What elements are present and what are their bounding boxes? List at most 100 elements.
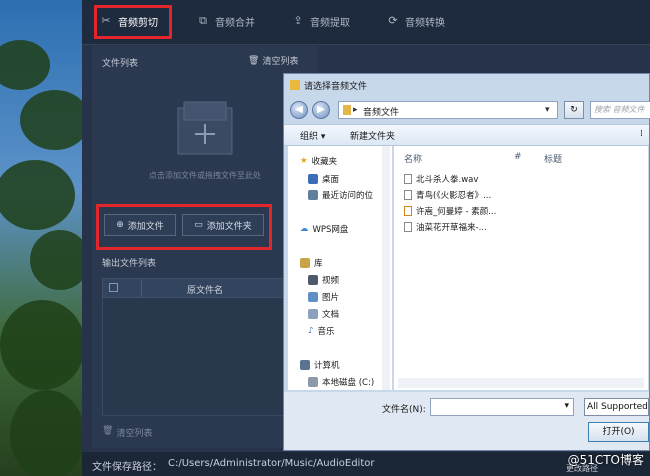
nav-music[interactable]: ♪ 音乐 (308, 324, 334, 338)
upload-icon: ⇪ (293, 14, 303, 27)
nav-label: 桌面 (322, 175, 340, 185)
trash-icon: 🗑 (102, 426, 114, 436)
highlight-box-tab (94, 5, 172, 39)
address-text: 音频文件 (363, 108, 400, 118)
audio-file-icon (404, 174, 412, 184)
nav-favorites[interactable]: ★ 收藏夹 (300, 154, 337, 168)
address-bar: ◀ ▶ ▸ 音频文件 ▾ ↻ 搜索 音频文件 (290, 100, 650, 120)
output-grid-body (102, 298, 298, 416)
file-type-select[interactable]: All Supported (584, 398, 649, 416)
nav-label: 音乐 (317, 327, 335, 337)
merge-icon: ⧉ (199, 14, 207, 27)
audio-file-icon (404, 222, 412, 232)
chevron-down-icon[interactable]: ▾ (564, 401, 569, 411)
nav-label: 收藏夹 (311, 157, 338, 167)
tab-bar: ✂ 音频剪切 ⧉ 音频合并 ⇪ 音频提取 ⟳ 音频转换 (82, 0, 650, 45)
column-title[interactable]: 标题 (544, 152, 562, 165)
tab-label: 音频合并 (215, 17, 255, 29)
nav-label: 图片 (322, 293, 340, 303)
tab-label: 音频提取 (310, 17, 350, 29)
nav-wps-drive[interactable]: ☁ WPS网盘 (300, 222, 348, 236)
status-bar: 文件保存路径： C:/Users/Administrator/Music/Aud… (82, 452, 650, 476)
clear-list-label: 清空列表 (262, 57, 299, 67)
chevron-down-icon[interactable]: ▾ (545, 105, 550, 115)
save-path-label: 文件保存路径： (92, 462, 162, 473)
filename-input[interactable]: ▾ (430, 398, 574, 416)
tab-label: 音频转换 (405, 17, 445, 29)
file-list-title: 文件列表 (102, 59, 139, 69)
nav-recent[interactable]: 最近访问的位 (308, 188, 373, 202)
nav-video[interactable]: 视频 (308, 273, 339, 287)
nav-documents[interactable]: 文档 (308, 307, 339, 321)
tab-audio-convert[interactable]: ⟳ 音频转换 (387, 8, 445, 34)
dialog-toolbar: 组织 ▾ 新建文件夹 ⁞ (284, 124, 649, 146)
select-all-checkbox[interactable] (109, 283, 118, 292)
pictures-icon (308, 292, 318, 302)
desktop-icon (308, 174, 318, 184)
documents-icon (308, 309, 318, 319)
file-list-pane: 名称 # 标题 北斗杀人拳.wav 青鸟(《火影忍者》... 许嵩_何曼婷 - … (394, 146, 648, 390)
star-icon: ★ (300, 156, 308, 166)
folder-icon (343, 105, 351, 115)
breadcrumb-separator: ▸ (353, 105, 358, 115)
clear-list-button[interactable]: 🗑 清空列表 (248, 54, 299, 68)
nav-label: 视频 (322, 276, 340, 286)
nav-local-disk[interactable]: 本地磁盘 (C:) (308, 375, 374, 389)
clear-output-label: 清空列表 (116, 429, 153, 439)
back-button[interactable]: ◀ (290, 101, 308, 119)
nav-scrollbar[interactable] (382, 146, 390, 390)
column-number[interactable]: # (514, 152, 522, 162)
output-list-title: 输出文件列表 (102, 259, 157, 269)
highlight-box-add-buttons (96, 204, 272, 250)
nav-label: 文档 (322, 310, 340, 320)
new-folder-button[interactable]: 新建文件夹 (350, 129, 395, 142)
navigation-pane: ★ 收藏夹 桌面 最近访问的位 ☁ WPS网盘 库 视频 图片 文档 ♪ 音乐 计算机… (288, 146, 393, 390)
nav-computer[interactable]: 计算机 (300, 358, 340, 372)
save-path-value: C:/Users/Administrator/Music/AudioEditor (168, 458, 375, 469)
file-item[interactable]: 北斗杀人拳.wav (404, 172, 478, 186)
nav-label: 库 (314, 259, 323, 269)
app-icon (290, 80, 300, 90)
nav-pictures[interactable]: 图片 (308, 290, 339, 304)
column-divider (141, 279, 142, 297)
clear-output-button[interactable]: 🗑 清空列表 (102, 426, 152, 439)
media-file-icon (404, 206, 412, 216)
horizontal-scrollbar[interactable] (398, 378, 644, 388)
disk-icon (308, 377, 318, 387)
nav-label: 本地磁盘 (C:) (322, 378, 375, 388)
file-open-dialog: 请选择音频文件 ◀ ▶ ▸ 音频文件 ▾ ↻ 搜索 音频文件 组织 ▾ 新建文件… (283, 73, 650, 451)
watermark: @51CTO博客 (567, 453, 644, 467)
refresh-button[interactable]: ↻ (564, 101, 584, 119)
library-icon (300, 258, 310, 268)
column-name[interactable]: 名称 (404, 152, 422, 165)
organize-menu[interactable]: 组织 ▾ (300, 129, 325, 142)
file-item[interactable]: 许嵩_何曼婷 - 素颜... (404, 204, 496, 218)
cloud-icon: ☁ (300, 224, 309, 234)
address-box[interactable]: ▸ 音频文件 ▾ (338, 101, 558, 119)
file-item[interactable]: 油菜花开草福来-... (404, 220, 487, 234)
dialog-title: 请选择音频文件 (304, 82, 368, 92)
nav-desktop[interactable]: 桌面 (308, 172, 339, 186)
forward-button[interactable]: ▶ (312, 101, 330, 119)
dialog-bottom-bar: 文件名(N): ▾ All Supported 打开(O) (284, 392, 649, 450)
search-input[interactable]: 搜索 音频文件 (590, 101, 650, 119)
music-icon: ♪ (308, 326, 314, 336)
output-grid-header: 原文件名 (102, 278, 298, 298)
dialog-title-bar: 请选择音频文件 (284, 74, 649, 96)
nav-label: WPS网盘 (312, 225, 349, 235)
tab-audio-extract[interactable]: ⇪ 音频提取 (292, 8, 350, 34)
convert-icon: ⟳ (388, 14, 398, 27)
file-name: 油菜花开草福来-... (416, 223, 487, 233)
nav-label: 计算机 (314, 361, 340, 371)
file-item[interactable]: 青鸟(《火影忍者》... (404, 188, 491, 202)
tab-audio-merge[interactable]: ⧉ 音频合并 (197, 8, 255, 34)
nav-library[interactable]: 库 (300, 256, 323, 270)
filename-label: 文件名(N): (382, 405, 426, 415)
organize-label: 组织 (300, 132, 319, 142)
audio-file-icon (404, 190, 412, 200)
trash-icon: 🗑 (248, 55, 260, 66)
desktop-background (0, 0, 82, 476)
view-options-icon[interactable]: ⁞ (640, 129, 643, 139)
open-button[interactable]: 打开(O) (588, 422, 649, 442)
recent-places-icon (308, 190, 318, 200)
